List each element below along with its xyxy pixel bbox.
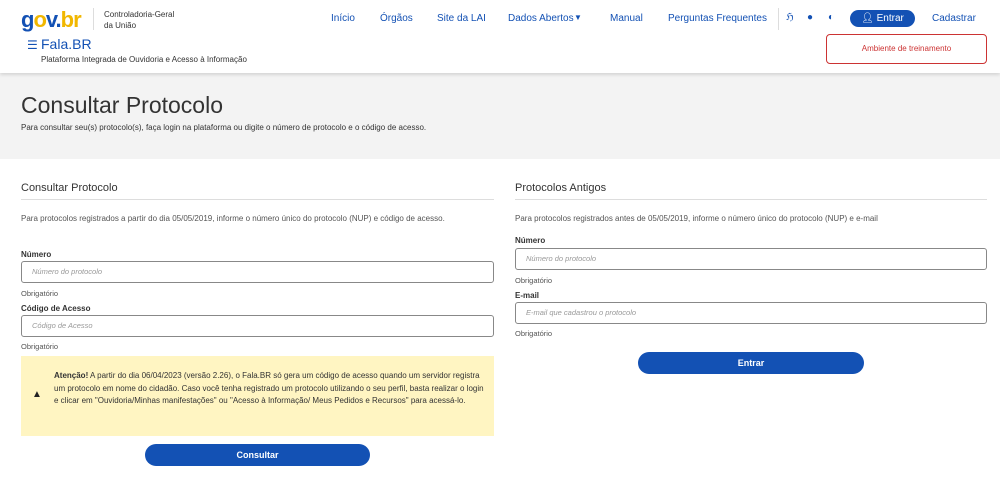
login-button[interactable]: 👤︎ Entrar xyxy=(850,10,915,27)
nav-perguntas-frequentes[interactable]: Perguntas Frequentes xyxy=(668,13,767,24)
codigo-acesso-input[interactable]: Código de Acesso xyxy=(21,315,494,337)
user-icon: 👤︎ xyxy=(861,13,877,24)
register-link[interactable]: Cadastrar xyxy=(932,13,976,24)
govbr-logo[interactable]: gov.br xyxy=(21,7,82,33)
nav-site-lai[interactable]: Site da LAI xyxy=(437,13,486,24)
chevron-down-icon: ▼ xyxy=(574,13,582,22)
environment-badge: Ambiente de treinamento xyxy=(826,34,987,64)
sign-language-icon[interactable]: ℌ xyxy=(786,12,794,23)
numero-input[interactable]: Número do protocolo xyxy=(21,261,494,283)
nav-inicio[interactable]: Início xyxy=(331,13,355,24)
left-info: Para protocolos registrados a partir do … xyxy=(21,214,445,223)
alert-text: A partir do dia 06/04/2023 (versão 2.26)… xyxy=(54,371,484,405)
numero-antigo-label: Número xyxy=(515,236,546,245)
nav-orgaos[interactable]: Órgãos xyxy=(380,13,413,24)
alert-title: Atenção! xyxy=(54,371,89,380)
email-input[interactable]: E-mail que cadastrou o protocolo xyxy=(515,302,987,324)
warning-alert: ▲ Atenção! A partir do dia 06/04/2023 (v… xyxy=(21,356,494,436)
page-description: Para consultar seu(s) protocolo(s), faça… xyxy=(21,123,427,132)
nav-dados-abertos[interactable]: Dados Abertos xyxy=(508,13,574,24)
header: gov.br Controladoria-Geral da União ☰ Fal… xyxy=(0,0,1000,73)
codigo-label: Código de Acesso xyxy=(21,304,91,313)
entrar-antigos-button[interactable]: Entrar xyxy=(638,352,864,374)
divider xyxy=(515,199,987,200)
numero-label: Número xyxy=(21,250,52,259)
numero-required: Obrigatório xyxy=(21,289,59,298)
section-heading-consultar: Consultar Protocolo xyxy=(21,182,118,194)
section-heading-antigos: Protocolos Antigos xyxy=(515,182,607,194)
page-title: Consultar Protocolo xyxy=(21,92,223,118)
cookie-icon[interactable]: ● xyxy=(807,12,813,23)
org-line-2: da União xyxy=(104,21,137,30)
divider xyxy=(93,8,94,30)
org-line-1: Controladoria-Geral xyxy=(104,10,175,19)
divider xyxy=(778,8,779,30)
divider xyxy=(21,199,494,200)
numero-antigo-input[interactable]: Número do protocolo xyxy=(515,248,987,270)
organization-name: Controladoria-Geral da União xyxy=(104,9,174,31)
email-label: E-mail xyxy=(515,291,540,300)
email-required: Obrigatório xyxy=(515,329,553,338)
numero-antigo-required: Obrigatório xyxy=(515,276,553,285)
hamburger-menu-icon[interactable]: ☰ xyxy=(27,38,38,52)
consultar-button[interactable]: Consultar xyxy=(145,444,370,466)
login-label: Entrar xyxy=(876,13,904,24)
app-name[interactable]: Fala.BR xyxy=(41,36,92,52)
contrast-icon[interactable]: ◐ xyxy=(828,12,834,23)
right-info: Para protocolos registrados antes de 05/… xyxy=(515,214,878,223)
nav-manual[interactable]: Manual xyxy=(610,13,643,24)
codigo-required: Obrigatório xyxy=(21,342,59,351)
app-subtitle: Plataforma Integrada de Ouvidoria e Aces… xyxy=(41,55,247,64)
warning-icon: ▲ xyxy=(32,389,42,400)
